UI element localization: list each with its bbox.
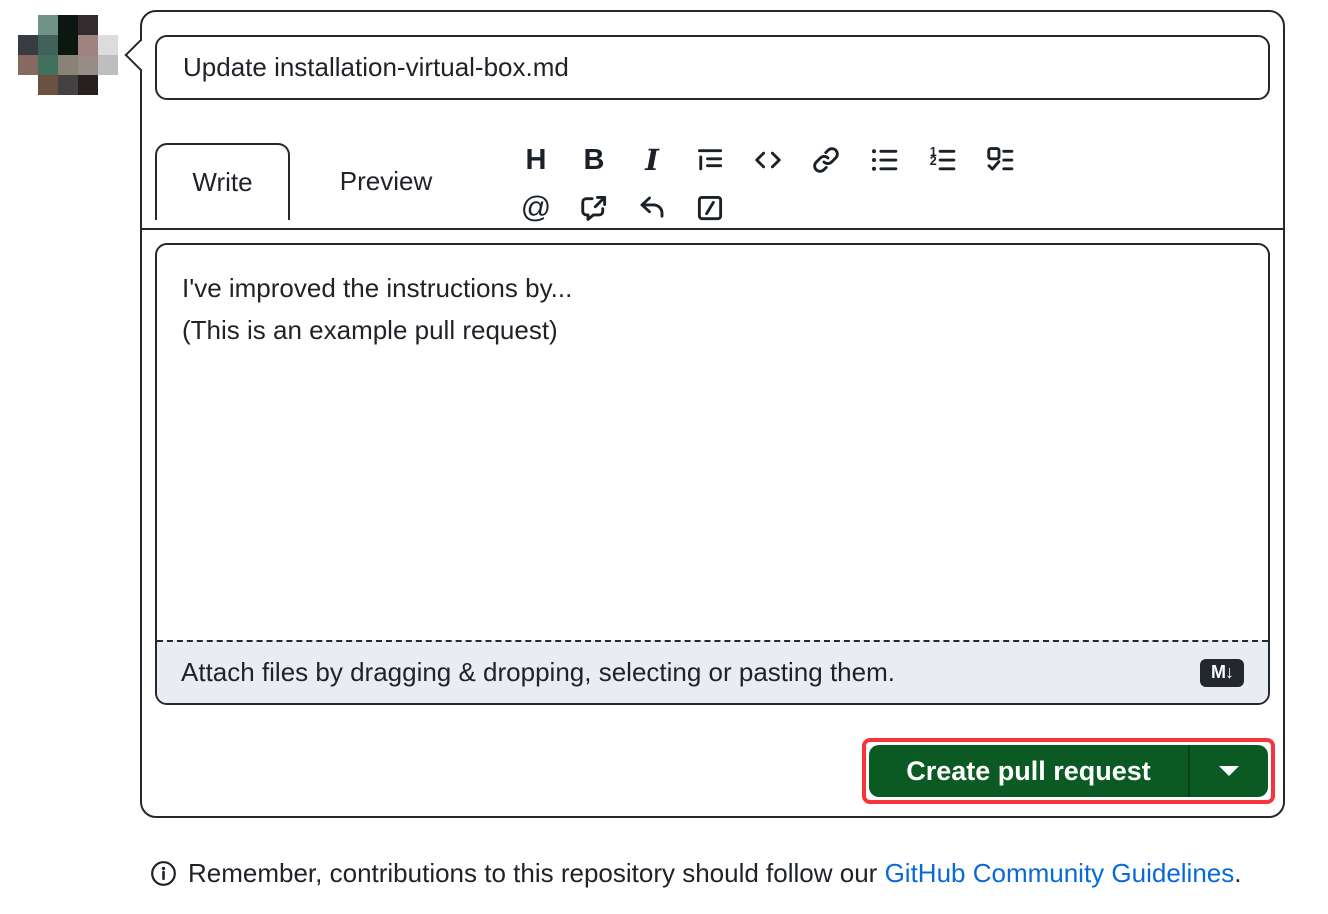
note-text: Remember, contributions to this reposito… — [188, 858, 1242, 889]
community-guidelines-note: Remember, contributions to this reposito… — [150, 858, 1242, 889]
toolbar-row-2: @ — [519, 188, 1017, 228]
page: Write Preview H B I — [0, 0, 1328, 914]
speech-bubble-caret — [124, 39, 155, 70]
mention-icon[interactable]: @ — [519, 188, 553, 228]
markdown-toolbar: H B I — [519, 140, 1017, 228]
info-icon — [150, 860, 177, 887]
create-pr-dropdown-button[interactable] — [1190, 745, 1268, 797]
ordered-list-icon[interactable]: 1 2 — [925, 140, 959, 180]
create-pr-split-button: Create pull request — [869, 745, 1268, 797]
code-icon[interactable] — [751, 140, 785, 180]
red-highlight-annotation: Create pull request — [862, 738, 1275, 804]
community-guidelines-link[interactable]: GitHub Community Guidelines — [885, 858, 1235, 888]
cross-reference-icon[interactable] — [577, 188, 611, 228]
svg-text:2: 2 — [930, 154, 937, 168]
pull-request-composer: Write Preview H B I — [140, 10, 1285, 818]
heading-icon[interactable]: H — [519, 140, 553, 180]
task-list-icon[interactable] — [983, 140, 1017, 180]
attach-files-label: Attach files by dragging & dropping, sel… — [181, 657, 895, 688]
slash-command-icon[interactable] — [693, 188, 727, 228]
toolbar-row-1: H B I — [519, 140, 1017, 180]
note-prefix: Remember, contributions to this reposito… — [188, 858, 885, 888]
tab-write[interactable]: Write — [155, 143, 290, 220]
reply-icon[interactable] — [635, 188, 669, 228]
comment-panel: I've improved the instructions by... (Th… — [155, 243, 1270, 705]
attach-files-bar[interactable]: Attach files by dragging & dropping, sel… — [157, 640, 1268, 703]
pr-body-editor[interactable]: I've improved the instructions by... (Th… — [157, 245, 1268, 640]
link-icon[interactable] — [809, 140, 843, 180]
caret-down-icon — [1219, 766, 1239, 776]
bold-icon[interactable]: B — [577, 140, 611, 180]
create-pull-request-button[interactable]: Create pull request — [869, 745, 1188, 797]
pr-title-input[interactable] — [155, 35, 1270, 100]
quote-icon[interactable] — [693, 140, 727, 180]
markdown-icon[interactable]: M↓ — [1200, 659, 1244, 687]
tab-preview[interactable]: Preview — [290, 143, 482, 220]
unordered-list-icon[interactable] — [867, 140, 901, 180]
note-suffix: . — [1234, 858, 1241, 888]
italic-icon[interactable]: I — [635, 140, 669, 180]
tabbar-divider — [142, 228, 1283, 230]
avatar — [18, 15, 118, 95]
